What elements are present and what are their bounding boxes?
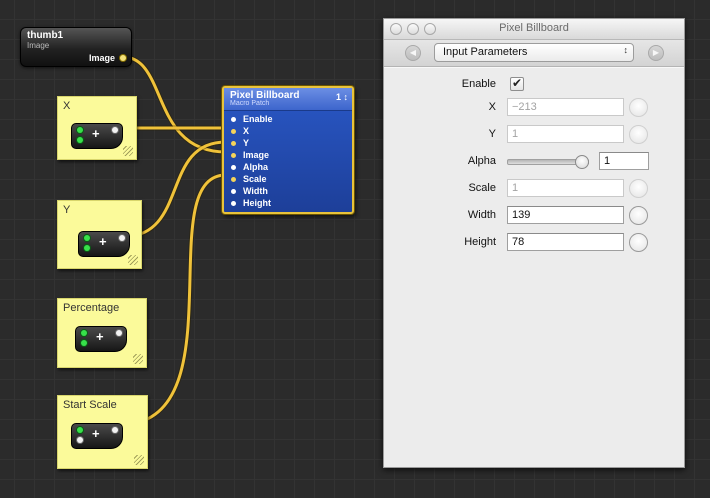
port-dot[interactable] xyxy=(231,165,236,170)
port-dot[interactable] xyxy=(231,129,236,134)
alpha-label: Alpha xyxy=(467,155,496,167)
output-port[interactable] xyxy=(116,330,122,336)
inspector-mode-popup[interactable]: Input Parameters ↕ xyxy=(434,43,634,62)
scale-dial-knob[interactable] xyxy=(629,179,648,198)
width-label: Width xyxy=(467,209,496,221)
plus-icon: + xyxy=(92,426,100,441)
x-label: X xyxy=(488,101,496,113)
plus-icon: + xyxy=(92,126,100,141)
note-label: Percentage xyxy=(63,302,120,314)
width-dial-knob[interactable] xyxy=(629,206,648,225)
input-port[interactable] xyxy=(81,330,87,336)
port-label: Enable xyxy=(243,114,273,124)
macro-patch-header: Pixel Billboard Macro Patch 1 ↕ xyxy=(224,88,352,111)
y-dial-knob[interactable] xyxy=(629,125,648,144)
input-port[interactable] xyxy=(77,437,83,443)
resize-grip-icon[interactable] xyxy=(128,255,138,265)
port-dot[interactable] xyxy=(231,117,236,122)
input-port[interactable] xyxy=(81,340,87,346)
port-dot[interactable] xyxy=(231,153,236,158)
note-start-scale[interactable]: Start Scale + xyxy=(57,395,148,469)
port-dot[interactable] xyxy=(231,141,236,146)
patch-subtitle: Image xyxy=(27,41,50,50)
output-port[interactable] xyxy=(112,427,118,433)
port-label: Scale xyxy=(243,174,267,184)
popup-value: Input Parameters xyxy=(443,46,528,58)
enable-label: Enable xyxy=(461,78,496,90)
note-x[interactable]: X + xyxy=(57,96,137,160)
port-label: Y xyxy=(243,138,250,148)
port-dot[interactable] xyxy=(231,177,236,182)
inspector-toolbar: ◀ Input Parameters ↕ ▶ xyxy=(384,40,684,67)
x-field[interactable]: −213 xyxy=(507,98,624,116)
pixel-billboard-macro-patch[interactable]: Pixel Billboard Macro Patch 1 ↕ Enable X… xyxy=(222,86,354,214)
thumb1-patch[interactable]: thumb1 Image Image xyxy=(20,27,132,67)
input-port[interactable] xyxy=(77,127,83,133)
window-title: Pixel Billboard xyxy=(499,22,569,34)
patch-title: thumb1 xyxy=(27,30,64,41)
output-port[interactable] xyxy=(112,127,118,133)
enable-checkbox[interactable]: ✔ xyxy=(510,77,524,91)
scale-label: Scale xyxy=(468,182,496,194)
port-dot[interactable] xyxy=(231,189,236,194)
note-label: Start Scale xyxy=(63,399,117,411)
x-dial-knob[interactable] xyxy=(629,98,648,117)
input-port[interactable] xyxy=(84,235,90,241)
output-port-label: Image xyxy=(88,53,115,63)
resize-grip-icon[interactable] xyxy=(123,146,133,156)
output-port[interactable] xyxy=(119,235,125,241)
up-down-arrows-icon: ↕ xyxy=(623,45,629,55)
port-label: Alpha xyxy=(243,162,269,172)
input-splitter-patch[interactable]: + xyxy=(78,231,130,257)
image-output-port[interactable] xyxy=(120,55,126,61)
back-arrow-icon[interactable]: ◀ xyxy=(405,45,421,61)
height-label: Height xyxy=(464,236,496,248)
patch-count-stepper[interactable]: 1 ↕ xyxy=(336,92,348,102)
port-label: Width xyxy=(243,186,268,196)
height-dial-knob[interactable] xyxy=(629,233,648,252)
alpha-slider-thumb[interactable] xyxy=(575,155,589,169)
port-label: Height xyxy=(243,198,271,208)
note-percentage[interactable]: Percentage + xyxy=(57,298,147,368)
note-label: Y xyxy=(63,204,71,216)
input-port[interactable] xyxy=(84,245,90,251)
note-y[interactable]: Y + xyxy=(57,200,142,269)
alpha-field[interactable]: 1 xyxy=(599,152,649,170)
y-field[interactable]: 1 xyxy=(507,125,624,143)
input-splitter-patch[interactable]: + xyxy=(71,423,123,449)
width-field[interactable]: 139 xyxy=(507,206,624,224)
port-dot[interactable] xyxy=(231,201,236,206)
plus-icon: + xyxy=(99,234,107,249)
note-label: X xyxy=(63,100,71,112)
height-field[interactable]: 78 xyxy=(507,233,624,251)
port-label: Image xyxy=(243,150,270,160)
scale-field[interactable]: 1 xyxy=(507,179,624,197)
window-titlebar[interactable]: Pixel Billboard xyxy=(384,19,684,40)
input-splitter-patch[interactable]: + xyxy=(71,123,123,149)
inspector-window: Pixel Billboard ◀ Input Parameters ↕ ▶ E… xyxy=(383,18,685,468)
input-port[interactable] xyxy=(77,427,83,433)
plus-icon: + xyxy=(96,329,104,344)
forward-arrow-icon[interactable]: ▶ xyxy=(648,45,664,61)
input-splitter-patch[interactable]: + xyxy=(75,326,127,352)
input-port[interactable] xyxy=(77,137,83,143)
parameters-panel: Enable ✔ X −213 Y 1 Alpha 1 Scale 1 Widt… xyxy=(384,67,684,467)
resize-grip-icon[interactable] xyxy=(133,354,143,364)
macro-subtitle: Macro Patch xyxy=(230,100,270,107)
port-label: X xyxy=(243,126,250,136)
resize-grip-icon[interactable] xyxy=(134,455,144,465)
wire-image xyxy=(122,55,227,154)
y-label: Y xyxy=(488,128,496,140)
